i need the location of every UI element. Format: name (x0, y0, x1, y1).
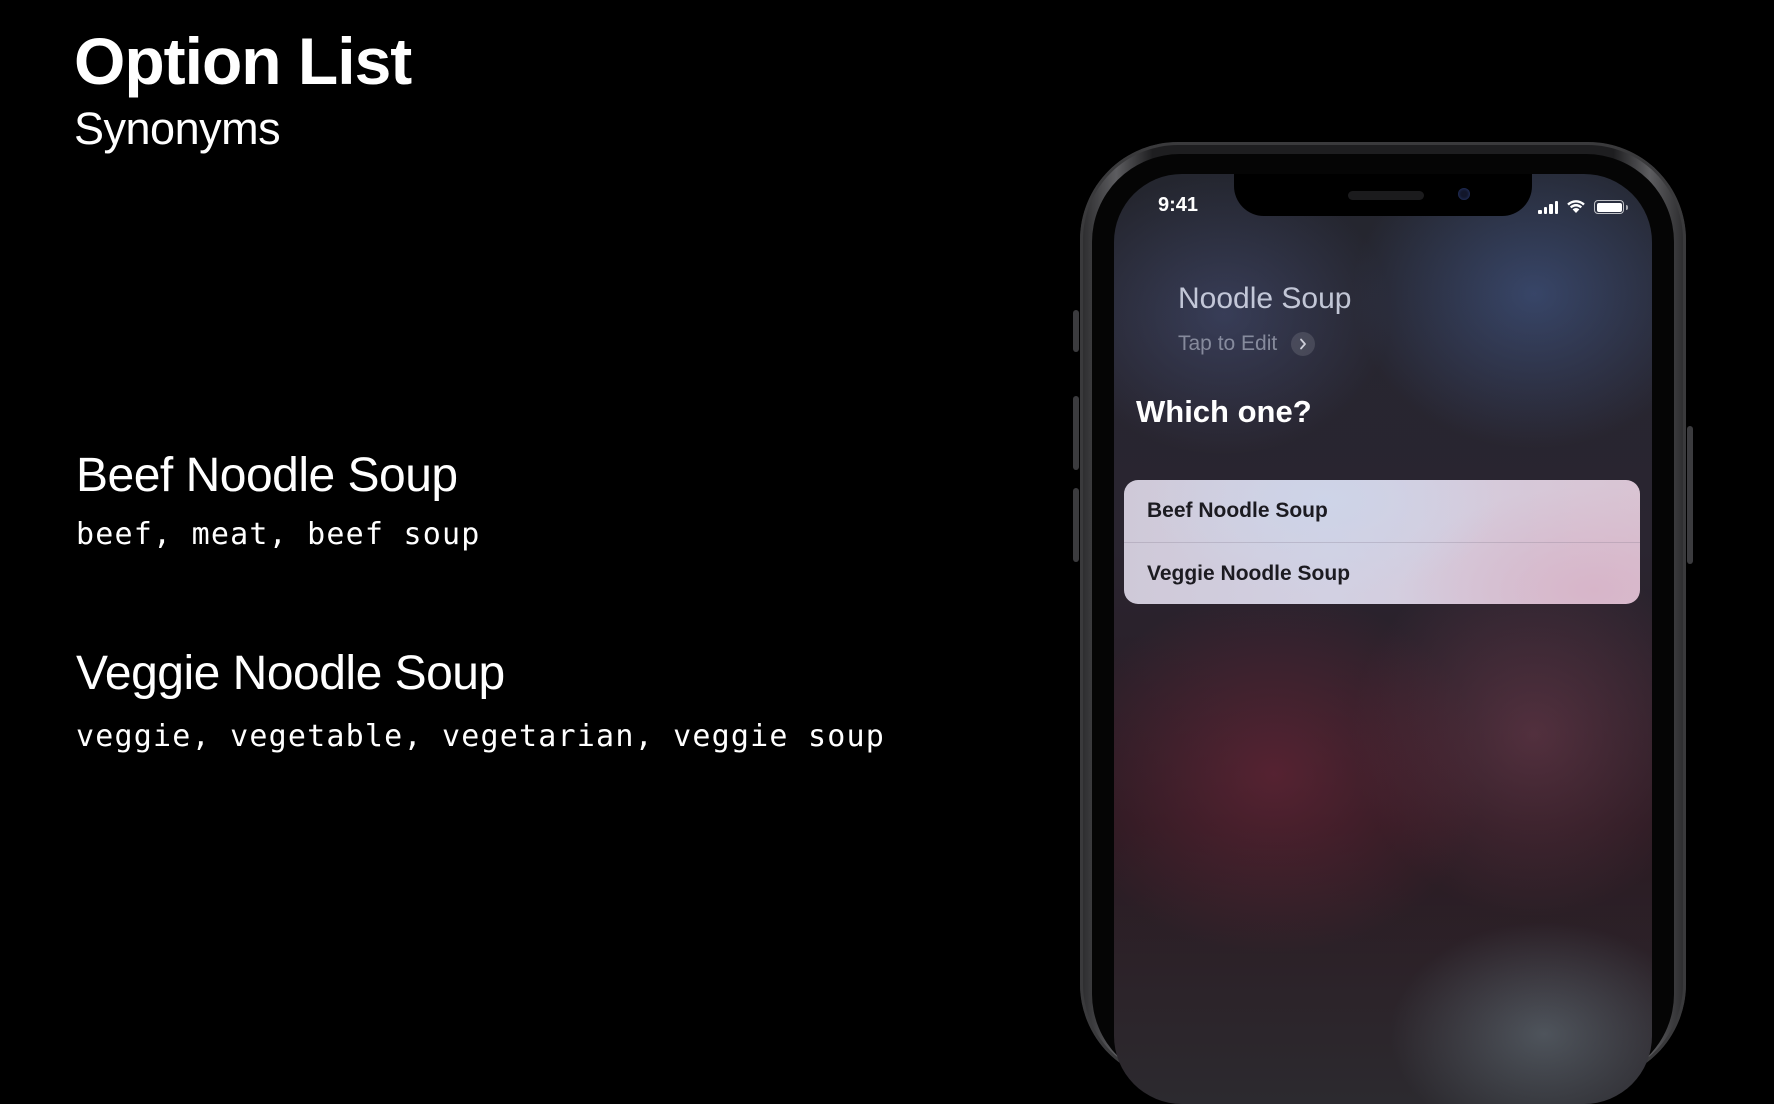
option-name-beef: Beef Noodle Soup (76, 449, 458, 502)
option-row-beef[interactable]: Beef Noodle Soup (1124, 480, 1640, 542)
tap-to-edit-label[interactable]: Tap to Edit (1178, 332, 1277, 356)
speaker-grille (1348, 191, 1424, 200)
status-icons (1538, 198, 1628, 214)
siri-prompt: Which one? (1136, 394, 1312, 429)
siri-query-text: Noodle Soup (1178, 282, 1352, 315)
volume-down-button (1073, 488, 1079, 562)
option-row-veggie[interactable]: Veggie Noodle Soup (1124, 542, 1640, 604)
side-button (1687, 426, 1693, 564)
option-list-card: Beef Noodle Soup Veggie Noodle Soup (1124, 480, 1640, 604)
battery-icon (1594, 200, 1628, 214)
option-synonyms-beef: beef, meat, beef soup (76, 517, 481, 552)
tap-to-edit-row[interactable]: Tap to Edit (1178, 332, 1316, 356)
phone-screen: 9:41 Noodle Soup Tap to Edit Which one? … (1114, 174, 1652, 1104)
option-name-veggie: Veggie Noodle Soup (76, 647, 505, 700)
slide-subtitle: Synonyms (74, 103, 281, 154)
iphone-mockup: 9:41 Noodle Soup Tap to Edit Which one? … (1073, 142, 1693, 1104)
front-camera (1458, 188, 1470, 200)
volume-up-button (1073, 396, 1079, 470)
slide-title: Option List (74, 24, 412, 98)
chevron-right-icon[interactable] (1291, 332, 1316, 356)
notch (1234, 174, 1532, 216)
silent-switch (1073, 310, 1079, 352)
wifi-icon (1567, 200, 1585, 213)
cellular-signal-icon (1538, 201, 1558, 214)
option-synonyms-veggie: veggie, vegetable, vegetarian, veggie so… (76, 719, 885, 754)
status-time: 9:41 (1158, 194, 1199, 216)
